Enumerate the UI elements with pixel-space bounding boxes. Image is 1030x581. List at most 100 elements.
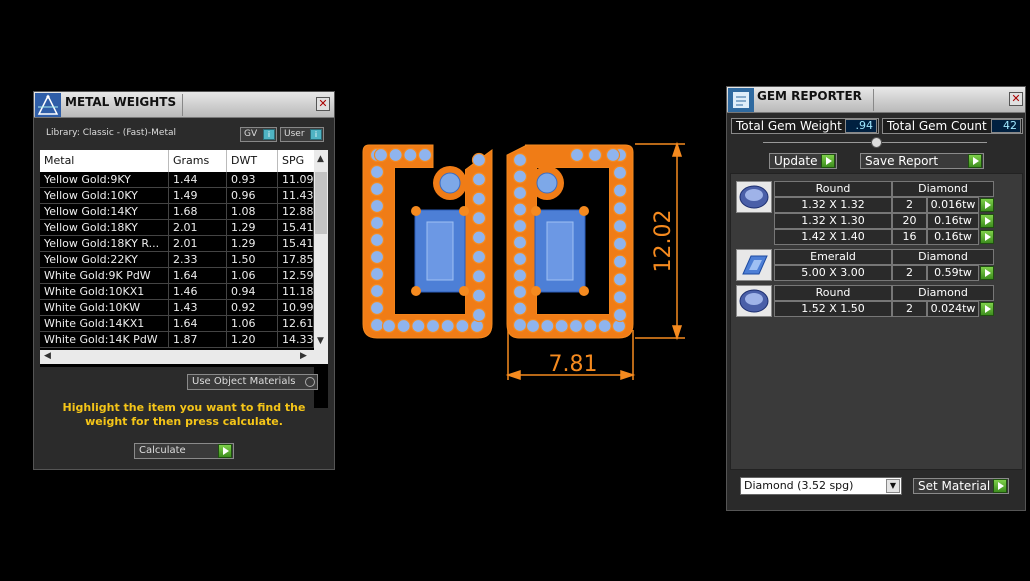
table-row[interactable]: White Gold:14KX1 1.64 1.06 12.61 (40, 316, 314, 332)
scroll-up-icon[interactable]: ▲ (317, 154, 324, 164)
cell-spg: 12.61 (278, 316, 314, 332)
table-row[interactable]: Yellow Gold:14KY 1.68 1.08 12.88 (40, 204, 314, 220)
update-button[interactable]: Update (769, 153, 837, 169)
material-select[interactable]: Diamond (3.52 spg) ▼ (740, 477, 902, 495)
cell-metal: White Gold:10KW (40, 300, 169, 316)
cell-metal: White Gold:10KX1 (40, 284, 169, 300)
scale-icon (35, 93, 61, 117)
cell-spg: 15.41 (278, 220, 314, 236)
close-icon[interactable]: ✕ (1009, 92, 1023, 106)
vertical-scrollbar[interactable]: ▲ ▼ (314, 150, 328, 354)
select-gems-button[interactable] (980, 266, 994, 280)
select-gems-button[interactable] (980, 198, 994, 212)
pave-stone (612, 201, 628, 216)
pave-stone (369, 283, 385, 299)
gv-toggle[interactable]: GV i (240, 127, 277, 142)
scroll-right-icon[interactable]: ▶ (300, 351, 307, 361)
cell-spg: 12.59 (278, 268, 314, 284)
gem-weight-cell: 0.16tw (927, 229, 979, 245)
gem-list: Round Diamond 1.32 X 1.32 2 0.016tw 1.32 X 1.… (730, 173, 1023, 470)
cell-grams: 1.43 (169, 300, 227, 316)
horizontal-scrollbar[interactable]: ◀ ▶ (40, 350, 328, 364)
save-report-button[interactable]: Save Report (860, 153, 984, 169)
cell-spg: 12.88 (278, 204, 314, 220)
gem-reporter-titlebar[interactable]: GEM REPORTER ✕ (727, 87, 1025, 113)
column-header-spg[interactable]: SPG (278, 150, 314, 172)
dimension-width-label: 7.81 (549, 352, 598, 377)
right-bezel-stone (536, 172, 558, 194)
prong (531, 286, 541, 296)
close-icon[interactable]: ✕ (316, 97, 330, 111)
table-row[interactable]: Yellow Gold:10KY 1.49 0.96 11.43 (40, 188, 314, 204)
pave-stone (587, 147, 603, 163)
select-gems-button[interactable] (980, 302, 994, 316)
column-header-dwt[interactable]: DWT (227, 150, 278, 172)
gv-toggle-label: GV (244, 129, 258, 139)
round-gem-icon[interactable] (736, 285, 772, 317)
gem-count-cell: 2 (892, 197, 927, 213)
cell-metal: Yellow Gold:10KY (40, 188, 169, 204)
right-emerald-table (546, 221, 574, 281)
table-row[interactable]: White Gold:9K PdW 1.64 1.06 12.59 (40, 268, 314, 284)
table-body: Yellow Gold:9KY 1.44 0.93 11.09 Yellow Gold:… (40, 172, 314, 354)
cell-metal: Yellow Gold:14KY (40, 204, 169, 220)
column-header-grams[interactable]: Grams (169, 150, 227, 172)
pave-stone (540, 318, 555, 334)
set-material-button[interactable]: Set Material (913, 478, 1009, 494)
round-gem-icon[interactable] (736, 181, 772, 213)
chevron-down-icon[interactable]: ▼ (886, 479, 900, 493)
gem-shape-header: Round (774, 285, 892, 301)
metal-weights-titlebar[interactable]: METAL WEIGHTS ✕ (34, 92, 334, 118)
pave-stone (455, 318, 470, 334)
column-header-metal[interactable]: Metal (40, 150, 169, 172)
table-row[interactable]: Yellow Gold:18KY 2.01 1.29 15.41 (40, 220, 314, 236)
pave-stone (612, 290, 628, 305)
calculate-button[interactable]: Calculate (134, 443, 234, 459)
total-gem-weight-field: Total Gem Weight .94 (731, 118, 879, 134)
table-row[interactable]: White Gold:10KW 1.43 0.92 10.99 (40, 300, 314, 316)
prong (579, 206, 589, 216)
user-toggle[interactable]: User i (280, 127, 324, 142)
cell-dwt: 0.96 (227, 188, 278, 204)
gem-weight-cell: 0.16tw (927, 213, 979, 229)
gem-size-cell: 1.32 X 1.30 (774, 213, 892, 229)
set-material-label: Set Material (918, 479, 991, 493)
user-toggle-label: User (284, 129, 305, 139)
cell-dwt: 1.20 (227, 332, 278, 348)
total-gem-count-field: Total Gem Count 42 (882, 118, 1023, 134)
pave-stone (512, 317, 528, 333)
scrollbar-thumb[interactable] (315, 172, 327, 234)
table-row[interactable]: White Gold:14K PdW 1.87 1.20 14.33 (40, 332, 314, 348)
play-icon (821, 154, 835, 168)
cell-spg: 10.99 (278, 300, 314, 316)
table-row[interactable]: Yellow Gold:22KY 2.33 1.50 17.85 (40, 252, 314, 268)
table-row[interactable]: White Gold:10KX1 1.46 0.94 11.18 (40, 284, 314, 300)
model-viewport[interactable]: 12.02 7.81 (355, 130, 695, 390)
library-label: Library: Classic - (Fast)-Metal (46, 128, 177, 138)
slider-handle[interactable] (871, 137, 882, 148)
cell-dwt: 0.94 (227, 284, 278, 300)
pave-stone (612, 272, 628, 287)
total-gem-count-value: 42 (991, 119, 1021, 133)
metal-weights-title: METAL WEIGHTS (65, 95, 177, 109)
gem-weight-cell: 0.59tw (927, 265, 979, 281)
pave-stone (381, 318, 397, 334)
earring-model[interactable] (362, 144, 634, 339)
pave-stone (568, 318, 584, 334)
gem-material-header: Diamond (892, 249, 994, 265)
gem-shape-header: Round (774, 181, 892, 197)
left-bezel-stone (439, 172, 461, 194)
save-report-label: Save Report (865, 154, 939, 168)
pave-stone (612, 183, 628, 198)
table-row[interactable]: Yellow Gold:9KY 1.44 0.93 11.09 (40, 172, 314, 188)
select-gems-button[interactable] (980, 214, 994, 228)
play-icon (993, 479, 1007, 493)
scroll-left-icon[interactable]: ◀ (44, 351, 51, 361)
pave-stone (512, 152, 528, 168)
table-row[interactable]: Yellow Gold:18KY R... 2.01 1.29 15.41 (40, 236, 314, 252)
cell-spg: 15.41 (278, 236, 314, 252)
use-object-materials-checkbox[interactable]: Use Object Materials (187, 374, 318, 390)
select-gems-button[interactable] (980, 230, 994, 244)
emerald-gem-icon[interactable] (736, 249, 772, 281)
scroll-down-icon[interactable]: ▼ (317, 336, 324, 346)
